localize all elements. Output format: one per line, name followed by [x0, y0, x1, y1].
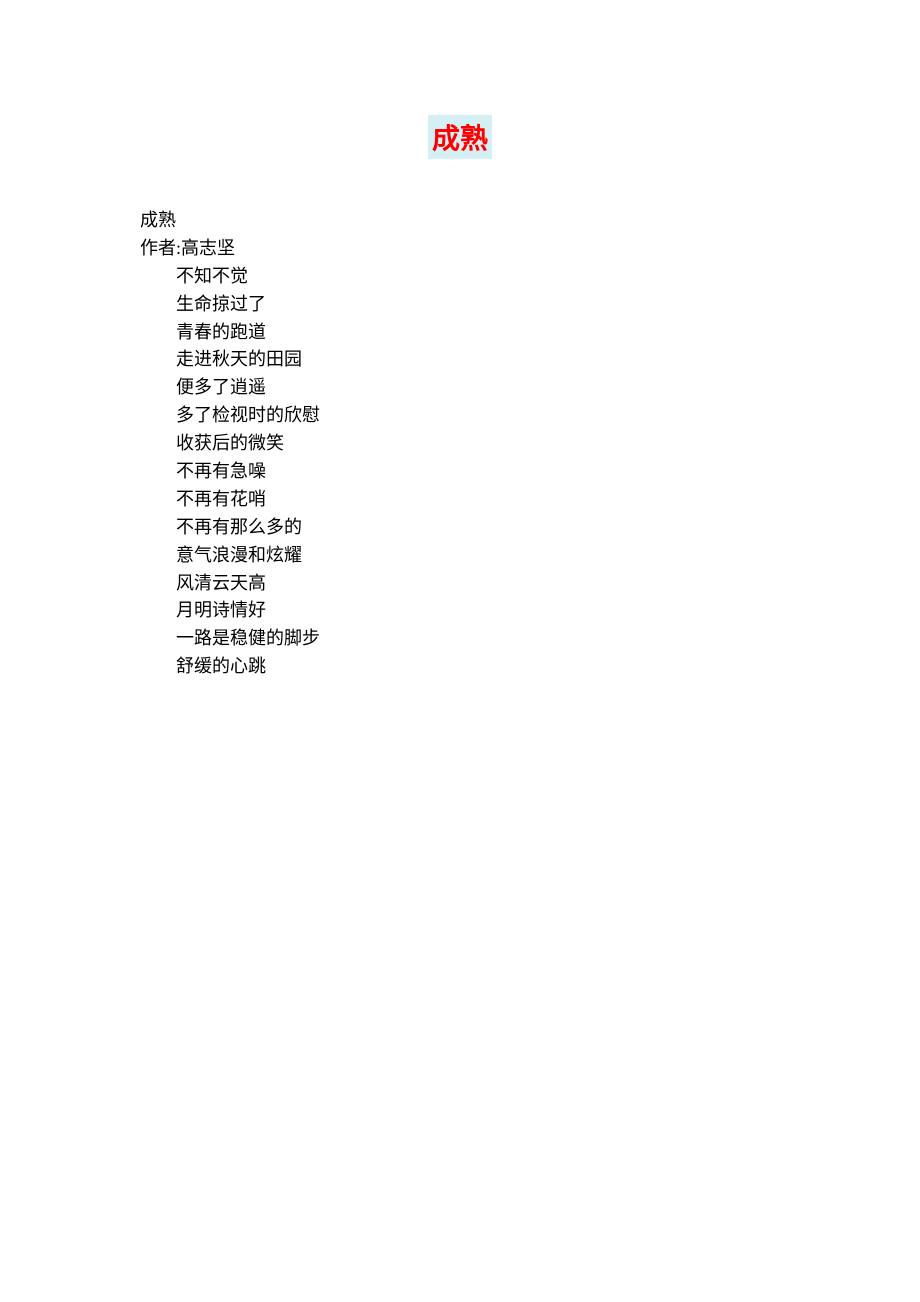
poem-line: 青春的跑道 — [176, 319, 920, 347]
poem-line: 风清云天高 — [176, 570, 920, 598]
poem-line: 多了检视时的欣慰 — [176, 402, 920, 430]
poem-line: 生命掠过了 — [176, 291, 920, 319]
poem-line: 不再有花哨 — [176, 486, 920, 514]
poem-line: 便多了逍遥 — [176, 374, 920, 402]
poem-line: 不知不觉 — [176, 263, 920, 291]
page-title: 成熟 — [428, 115, 492, 159]
poem-line: 不再有急噪 — [176, 458, 920, 486]
title-container: 成熟 — [0, 0, 920, 159]
poem-line: 一路是稳健的脚步 — [176, 625, 920, 653]
poem-line: 收获后的微笑 — [176, 430, 920, 458]
poem-line: 舒缓的心跳 — [176, 653, 920, 681]
poem-title-line: 成熟 — [140, 207, 920, 235]
poem-content: 成熟 作者:高志坚 不知不觉 生命掠过了 青春的跑道 走进秋天的田园 便多了逍遥… — [0, 159, 920, 681]
poem-line: 走进秋天的田园 — [176, 346, 920, 374]
poem-line: 月明诗情好 — [176, 597, 920, 625]
poem-line: 不再有那么多的 — [176, 514, 920, 542]
poem-body: 不知不觉 生命掠过了 青春的跑道 走进秋天的田园 便多了逍遥 多了检视时的欣慰 … — [140, 263, 920, 681]
poem-author-line: 作者:高志坚 — [140, 235, 920, 263]
poem-line: 意气浪漫和炫耀 — [176, 542, 920, 570]
